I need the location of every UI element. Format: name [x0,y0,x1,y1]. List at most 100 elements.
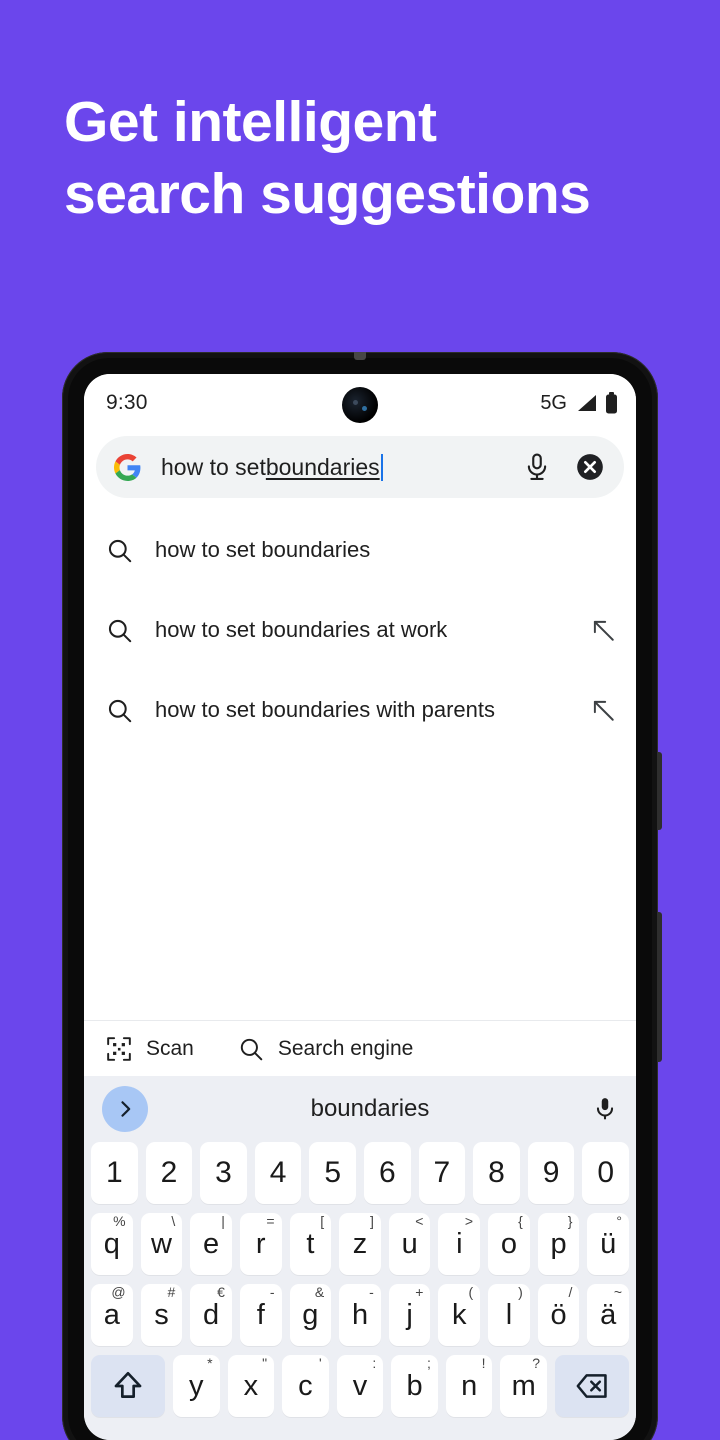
key-label: ä [600,1298,617,1331]
key-alt-label: % [113,1213,126,1229]
key-label: g [302,1298,319,1331]
suggestion-label: how to set boundaries [155,537,371,562]
key-h[interactable]: -h [339,1284,381,1346]
promo-heading-line-2: search suggestions [64,162,591,226]
microphone-icon[interactable] [592,1094,618,1124]
key-alt-label: ! [481,1355,486,1371]
key-r[interactable]: = r [239,1213,282,1275]
key-label: q [103,1227,120,1260]
key-u[interactable]: < u [388,1213,431,1275]
key-c[interactable]: ' c [282,1355,329,1417]
key-3[interactable]: 3 [200,1142,247,1204]
search-input[interactable]: how to set boundaries [161,453,522,481]
search-icon [240,1038,263,1060]
key-1[interactable]: 1 [91,1142,138,1204]
key-alt-label: ] [369,1213,374,1229]
key-x[interactable]: " x [227,1355,275,1417]
signal-bars-icon [578,395,596,411]
promo-heading-line-1: Get intelligent [64,90,437,154]
search-icon [108,699,132,722]
key-label: e [203,1227,220,1260]
key-6[interactable]: 6 [364,1142,411,1204]
key-p[interactable]: } p [537,1213,580,1275]
key-alt-label: [ [320,1213,325,1229]
suggestion-row-1[interactable]: how to set boundaries [84,510,636,590]
key-a-umlaut[interactable]: ~ ä [587,1284,630,1346]
key-label: 3 [215,1156,232,1189]
key-j[interactable]: + j [388,1284,431,1346]
power-button[interactable] [657,752,662,830]
phone-screen: 9: 3 0 5G how to set boundaries how to set… [84,374,636,1440]
key-z[interactable]: ] z [339,1213,381,1275]
suggestion-label: how to set boundaries with parents [155,697,495,722]
search-engine-action[interactable]: Search engine [238,1036,413,1062]
key-alt-label: - [369,1284,374,1300]
arrow-up-left-icon[interactable] [590,697,616,723]
key-b[interactable]: ; b [391,1355,438,1417]
bottom-action-bar: Scan Search engine [84,1020,636,1076]
key-d[interactable]: € d [190,1284,232,1346]
keyboard-suggested-word[interactable]: boundaries [148,1095,592,1123]
key-alt-label: } [567,1213,573,1229]
key-i[interactable]: > i [438,1213,481,1275]
key-v[interactable]: :v [336,1355,384,1417]
key-9[interactable]: 9 [527,1142,575,1204]
earpiece-speaker-notch [354,352,366,360]
key-t[interactable]: [t [289,1213,332,1275]
key-q[interactable]: % q [90,1213,133,1275]
backspace-key[interactable] [555,1355,630,1417]
key-alt-label: ? [532,1355,541,1371]
keyboard-row-top: % q \ w | e = r [t ] z < u > i {o } p ° ü [84,1213,636,1275]
key-0[interactable]: 0 [582,1142,629,1204]
key-alt-label: / [568,1284,573,1300]
shift-key[interactable] [90,1355,165,1417]
key-a[interactable]: @ a [90,1284,133,1346]
suggestion-row-2[interactable]: how to set boundaries at work [84,590,636,670]
network-type-label: 5G [540,391,567,414]
search-text-composing: boundaries [265,453,380,480]
front-camera-punch-hole [342,387,378,423]
key-e[interactable]: | e [190,1213,232,1275]
key-4[interactable]: 4 [254,1142,302,1204]
key-alt-label: : [372,1355,377,1371]
key-o-umlaut[interactable]: / ö [537,1284,580,1346]
expand-suggestions-button[interactable] [102,1086,148,1132]
scan-action[interactable]: Scan [106,1036,194,1062]
key-alt-label: @ [111,1284,126,1300]
key-alt-label: # [167,1284,176,1300]
scan-label: Scan [146,1036,194,1060]
microphone-icon[interactable] [522,452,552,482]
key-label: d [203,1298,220,1331]
key-7[interactable]: 7 [418,1142,466,1204]
key-g[interactable]: & g [289,1284,332,1346]
keyboard-suggestion-strip: boundaries [84,1076,636,1142]
suggestion-label: how to set boundaries at work [155,617,448,642]
key-alt-label: = [266,1213,275,1229]
key-label: r [255,1227,266,1260]
key-label: b [406,1369,423,1402]
key-f[interactable]: -f [239,1284,282,1346]
key-2[interactable]: 2 [145,1142,193,1204]
key-y[interactable]: * y [172,1355,220,1417]
key-w[interactable]: \ w [140,1213,183,1275]
key-5[interactable]: 5 [309,1142,356,1204]
key-m[interactable]: ? m [500,1355,548,1417]
key-8[interactable]: 8 [473,1142,520,1204]
key-l[interactable]: ) l [488,1284,530,1346]
key-k[interactable]: (k [438,1284,481,1346]
clear-circle-icon[interactable] [576,453,604,481]
key-s[interactable]: # s [140,1284,183,1346]
key-u-umlaut[interactable]: ° ü [587,1213,630,1275]
key-label: f [256,1298,265,1331]
key-label: 5 [324,1156,342,1189]
volume-rocker-button[interactable] [657,912,662,1062]
key-label: p [550,1227,567,1260]
arrow-up-left-icon[interactable] [590,617,616,643]
chevron-right-icon [121,1101,131,1117]
search-bar[interactable]: how to set boundaries [96,436,624,498]
key-n[interactable]: ! n [445,1355,493,1417]
key-label: y [189,1369,204,1402]
key-o[interactable]: {o [488,1213,530,1275]
key-alt-label: ~ [613,1284,623,1300]
suggestion-row-3[interactable]: how to set boundaries with parents [84,670,636,750]
